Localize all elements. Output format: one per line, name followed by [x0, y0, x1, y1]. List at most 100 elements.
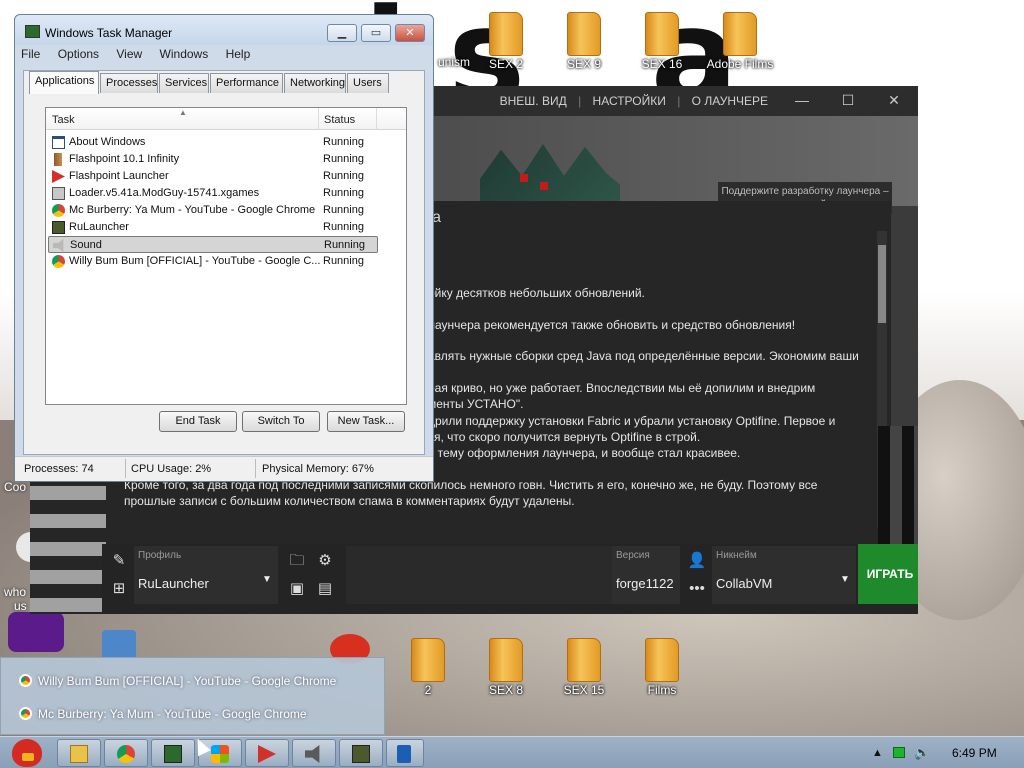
tab-performance[interactable]: Performance [210, 73, 283, 93]
tab-networking[interactable]: Networking [284, 73, 346, 93]
tab-users[interactable]: Users [347, 73, 389, 93]
server-address-field[interactable] [346, 546, 612, 604]
column-status[interactable]: Status [324, 114, 355, 126]
play-button[interactable]: ИГРАТЬ [858, 544, 918, 604]
nav-appearance[interactable]: ВНЕШ. ВИД [500, 94, 567, 108]
tab-services[interactable]: Services [159, 73, 209, 93]
task-row[interactable]: About Windows Running [48, 134, 378, 151]
edit-profile-icon[interactable]: ✎ [106, 548, 132, 574]
tab-processes[interactable]: Processes [100, 73, 158, 93]
news-line: лаунчера рекомендуется также обновить и … [428, 318, 796, 332]
folder-icon [723, 12, 757, 56]
yahoo-icon[interactable] [8, 612, 64, 652]
preview-window-item[interactable]: Willy Bum Bum [OFFICIAL] - YouTube - Goo… [19, 674, 336, 688]
news-scroll-thumb[interactable] [878, 245, 886, 323]
desktop-icon-label: SEX 8 [488, 683, 524, 697]
task-row[interactable]: RuLauncher Running [48, 219, 378, 236]
maximize-icon[interactable]: ☐ [838, 92, 858, 109]
taskbar-minecraft[interactable] [339, 739, 383, 767]
new-task-button[interactable]: New Task... [327, 411, 405, 432]
nav-separator: | [578, 94, 582, 108]
more-icon[interactable]: ••• [684, 576, 710, 602]
maximize-icon[interactable]: ▭ [361, 24, 391, 42]
task-row-selected[interactable]: Sound Running [48, 236, 378, 253]
profile-select[interactable]: Профиль RuLauncher ▼ [134, 546, 278, 604]
close-icon[interactable]: ✕ [884, 92, 904, 109]
taskbar-preview-popup: Willy Bum Bum [OFFICIAL] - YouTube - Goo… [0, 657, 385, 735]
clock[interactable]: 6:49 PM [952, 746, 997, 760]
task-status: Running [323, 136, 364, 148]
taskbar-chrome[interactable] [104, 739, 148, 767]
column-divider[interactable] [376, 108, 377, 130]
minimize-icon[interactable]: ▁ [327, 24, 357, 42]
creature-eye [520, 174, 528, 182]
menu-help[interactable]: Help [226, 47, 251, 61]
close-icon[interactable]: ✕ [395, 24, 425, 42]
menu-options[interactable]: Options [58, 47, 99, 61]
menu-windows[interactable]: Windows [160, 47, 209, 61]
finder-icon[interactable] [102, 630, 136, 660]
menu-file[interactable]: File [21, 47, 40, 61]
sort-arrow-icon: ▲ [179, 108, 187, 117]
column-task[interactable]: Task [52, 114, 75, 126]
desktop-icon-sex-2[interactable]: SEX 2 [468, 12, 544, 71]
column-divider[interactable] [318, 108, 319, 130]
volume-icon[interactable]: 🔈 [914, 745, 930, 761]
task-row[interactable]: Loader.v5.41a.ModGuy-15741.xgames Runnin… [48, 185, 378, 202]
desktop-icon-sex-9[interactable]: SEX 9 [546, 12, 622, 71]
taskbar-flashpoint[interactable] [245, 739, 289, 767]
task-row[interactable]: Mc Burberry: Ya Mum - YouTube - Google C… [48, 202, 378, 219]
folder-icon [489, 12, 523, 56]
task-manager-icon [25, 25, 40, 38]
angry-bird-beak [22, 753, 34, 761]
tab-applications[interactable]: Applications [29, 71, 99, 94]
desktop-icon-adobe-films[interactable]: Adobe Films [702, 12, 778, 71]
menu-view[interactable]: View [116, 47, 142, 61]
task-row[interactable]: Flashpoint 10.1 Infinity Running [48, 151, 378, 168]
task-row[interactable]: Flashpoint Launcher Running [48, 168, 378, 185]
desktop-icon-sex-16[interactable]: SEX 16 [624, 12, 700, 71]
desktop-icon-sex-15[interactable]: SEX 15 [546, 638, 622, 697]
window-title: Windows Task Manager [45, 26, 173, 40]
start-button[interactable] [4, 737, 46, 768]
user-icon[interactable]: 👤 [684, 548, 710, 574]
task-name: Flashpoint Launcher [69, 170, 169, 182]
nav-settings[interactable]: НАСТРОЙКИ [593, 94, 666, 108]
packages-icon[interactable]: ▣ [284, 576, 310, 602]
version-select[interactable]: Версия forge1122 [612, 546, 680, 604]
explorer-icon [70, 745, 88, 763]
taskbar-task-manager[interactable] [151, 739, 195, 767]
creature-eye [540, 182, 548, 190]
launcher-bottom-bar: ✎ ⊞ Профиль RuLauncher ▼ 🗀 ⚙ ▣ ▤ Версия … [102, 544, 918, 614]
desktop-fragment-label: Соо [4, 480, 27, 494]
folder-open-icon[interactable]: 🗀 [284, 548, 310, 574]
task-manager-icon [164, 745, 182, 763]
desktop-icon-2[interactable]: 2 [390, 638, 466, 697]
save-icon[interactable]: ▤ [312, 576, 338, 602]
desktop-icon-films[interactable]: Films [624, 638, 700, 697]
task-list: ▲ Task Status About Windows Running Flas… [45, 107, 407, 405]
task-manager-titlebar[interactable]: Windows Task Manager ▁ ▭ ✕ [15, 15, 433, 45]
tray-overflow-icon[interactable]: ▲ [872, 747, 883, 759]
task-row[interactable]: Willy Bum Bum [OFFICIAL] - YouTube - Goo… [48, 253, 378, 270]
flashpoint-icon [258, 745, 276, 763]
network-icon[interactable] [893, 747, 905, 758]
task-status: Running [323, 170, 364, 182]
news-line: ь тему оформления лаунчера, и вообще ста… [428, 446, 741, 460]
minimize-icon[interactable]: — [792, 92, 812, 108]
preview-window-item[interactable]: Mc Burberry: Ya Mum - YouTube - Google C… [19, 707, 307, 721]
nav-about[interactable]: О ЛАУНЧЕРЕ [692, 94, 768, 108]
loader-icon [52, 187, 65, 200]
server-icon[interactable]: ⚙ [312, 548, 338, 574]
chevron-down-icon: ▼ [262, 574, 272, 585]
physical-memory: Physical Memory: 67% [262, 463, 374, 475]
taskbar-explorer[interactable] [57, 739, 101, 767]
desktop-icon-sex-8[interactable]: SEX 8 [468, 638, 544, 697]
taskbar-rulauncher[interactable] [386, 739, 424, 767]
add-profile-icon[interactable]: ⊞ [106, 576, 132, 602]
switch-to-button[interactable]: Switch To [242, 411, 320, 432]
end-task-button[interactable]: End Task [159, 411, 237, 432]
folder-icon [567, 638, 601, 682]
taskbar-sound[interactable] [292, 739, 336, 767]
nickname-select[interactable]: Никнейм CollabVM ▼ [712, 546, 856, 604]
